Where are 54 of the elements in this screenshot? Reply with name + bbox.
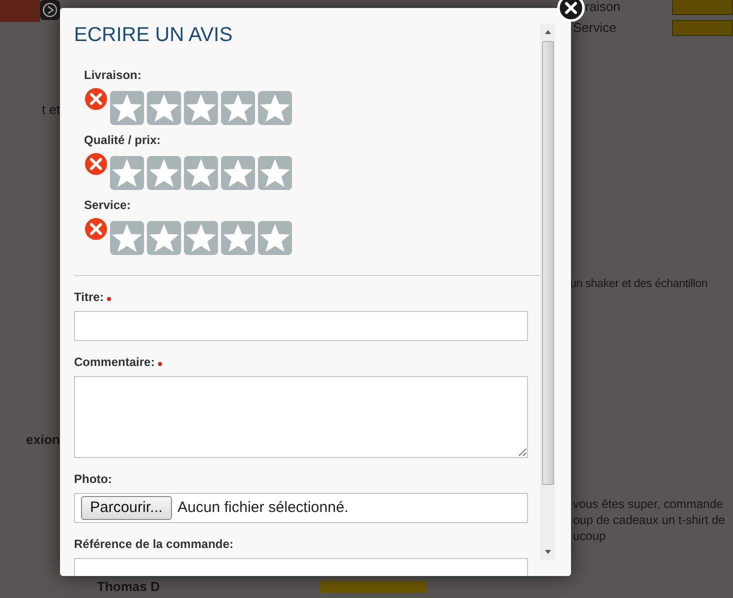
scroll-up-icon[interactable] <box>544 30 550 34</box>
background-text: raison <box>585 0 622 16</box>
star-rating[interactable] <box>110 221 292 255</box>
star-icon[interactable] <box>110 91 144 125</box>
rating-label: Qualité / prix: <box>84 132 162 149</box>
star-icon[interactable] <box>221 156 255 190</box>
rating-label: Service: <box>84 197 132 214</box>
background-text: oup de cadeaux un t-shirt de <box>573 512 726 528</box>
field-label: Photo: <box>74 471 112 488</box>
star-icon[interactable] <box>184 91 218 125</box>
close-icon[interactable] <box>557 0 585 22</box>
scrollbar[interactable] <box>540 24 555 560</box>
required-mark-icon <box>158 362 162 366</box>
field-label: Référence de la commande: <box>74 536 234 553</box>
clear-rating-icon[interactable] <box>84 152 108 176</box>
star-icon[interactable] <box>221 221 255 255</box>
rating-bar <box>672 20 733 36</box>
field-label: Commentaire: <box>74 354 155 371</box>
header-strip <box>0 0 40 22</box>
clear-rating-icon[interactable] <box>84 87 108 111</box>
star-icon[interactable] <box>258 156 292 190</box>
field-label: Titre: <box>74 289 104 306</box>
star-icon[interactable] <box>110 221 144 255</box>
play-icon[interactable] <box>40 0 60 20</box>
comment-field[interactable] <box>74 376 528 458</box>
background-text: vous êtes super, commande <box>573 496 724 512</box>
background-text: ucoup <box>573 528 607 544</box>
background-text: t et <box>40 101 60 119</box>
rating-bar <box>672 0 733 15</box>
text-field[interactable] <box>74 311 528 341</box>
star-icon[interactable] <box>147 156 181 190</box>
reviewer-name: Thomas D <box>97 578 160 596</box>
file-field[interactable]: Parcourir... Aucun fichier sélectionné. <box>74 493 528 523</box>
star-icon[interactable] <box>221 91 255 125</box>
star-icon[interactable] <box>258 91 292 125</box>
required-mark-icon <box>106 297 111 301</box>
star-icon[interactable] <box>147 91 181 125</box>
file-status: Aucun fichier sélectionné. <box>178 498 348 518</box>
star-rating[interactable] <box>110 156 292 190</box>
star-icon[interactable] <box>110 156 144 190</box>
rating-label: Livraison: <box>84 67 142 84</box>
background-text: un shaker et des échantillon <box>570 277 709 292</box>
star-icon[interactable] <box>147 221 181 255</box>
star-icon[interactable] <box>258 221 292 255</box>
clear-rating-icon[interactable] <box>84 217 108 241</box>
dialog-title: ECRIRE UN AVIS <box>74 23 234 48</box>
star-icon[interactable] <box>184 156 218 190</box>
background-text: exion <box>25 430 60 448</box>
star-rating[interactable] <box>110 91 292 125</box>
star-icon[interactable] <box>184 221 218 255</box>
scroll-thumb[interactable] <box>542 41 554 485</box>
background-text: Service <box>573 19 618 38</box>
scroll-down-icon[interactable] <box>544 550 550 554</box>
browse-button[interactable]: Parcourir... <box>81 496 172 520</box>
